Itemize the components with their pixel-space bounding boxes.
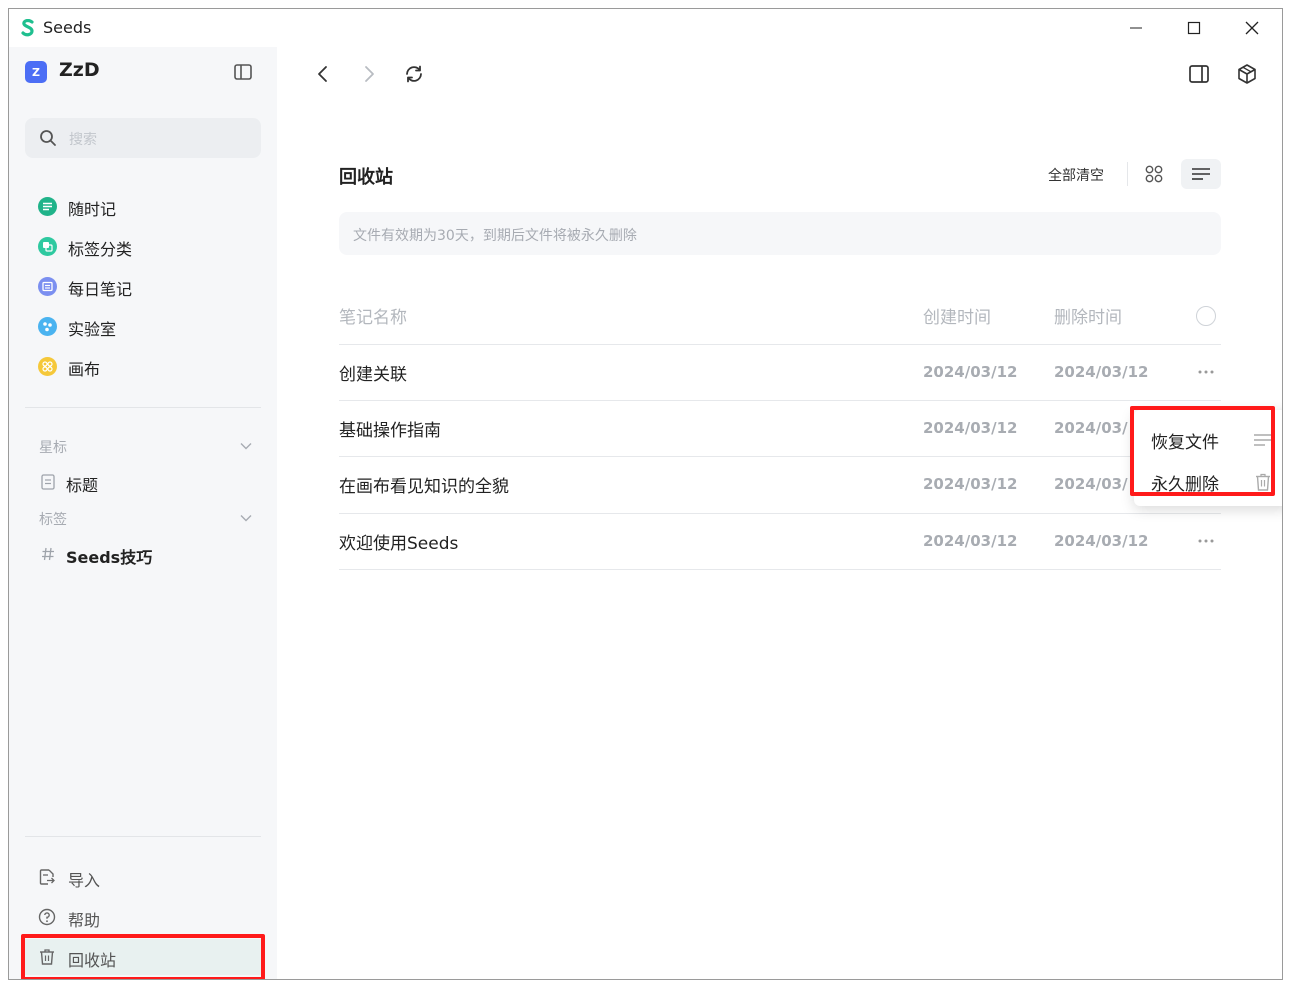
table-divider bbox=[339, 344, 1221, 345]
sidebar-item-label: 实验室 bbox=[68, 320, 117, 339]
row-created-date: 2024/03/12 bbox=[923, 419, 1018, 437]
chevron-down-icon[interactable] bbox=[239, 511, 253, 525]
starred-item-label: 标题 bbox=[66, 476, 99, 495]
row-deleted-date: 2024/03/ bbox=[1054, 475, 1128, 493]
maximize-button[interactable] bbox=[1165, 9, 1223, 47]
main-panel: 回收站 全部清空 文件有效期为30天，到期后文件将被永久删除 笔记名称 创建时间… bbox=[277, 47, 1282, 979]
column-header-name: 笔记名称 bbox=[339, 308, 407, 328]
note-icon bbox=[38, 197, 57, 216]
list-view-icon bbox=[1192, 168, 1210, 180]
row-name: 创建关联 bbox=[339, 365, 407, 385]
sidebar-item-canvas[interactable]: 画布 bbox=[25, 348, 261, 384]
list-view-button[interactable] bbox=[1181, 159, 1221, 189]
sidebar-item-help[interactable]: 帮助 bbox=[25, 899, 261, 935]
seeds-logo-icon bbox=[21, 19, 34, 37]
trash-highlight-box bbox=[21, 934, 265, 979]
more-options-icon[interactable] bbox=[1196, 537, 1216, 545]
row-created-date: 2024/03/12 bbox=[923, 532, 1018, 550]
app-window: Seeds Z ZzD 搜索 随时记 标签分类 每日笔记 实验室 画布 星标 标… bbox=[8, 8, 1283, 980]
sidebar-item-label: 帮助 bbox=[68, 911, 101, 930]
workspace-name[interactable]: ZzD bbox=[59, 59, 100, 81]
daily-note-icon bbox=[38, 277, 57, 296]
sidebar-divider bbox=[25, 836, 261, 837]
workspace-avatar[interactable]: Z bbox=[25, 61, 47, 83]
sidebar-item-label: 每日笔记 bbox=[68, 280, 133, 299]
tags-section-label[interactable]: 标签 bbox=[39, 509, 67, 529]
select-all-checkbox[interactable] bbox=[1196, 306, 1216, 326]
sidebar-item-label: 画布 bbox=[68, 360, 101, 379]
forward-icon[interactable] bbox=[357, 62, 381, 86]
table-divider bbox=[339, 456, 1221, 457]
tag-category-icon bbox=[38, 237, 57, 256]
chevron-down-icon[interactable] bbox=[239, 439, 253, 453]
sidebar-item-tag-category[interactable]: 标签分类 bbox=[25, 228, 261, 264]
maximize-icon bbox=[1187, 21, 1201, 35]
clear-all-button[interactable]: 全部清空 bbox=[1048, 165, 1104, 185]
app-title: Seeds bbox=[43, 18, 92, 37]
close-icon bbox=[1245, 21, 1259, 35]
import-icon bbox=[39, 869, 55, 885]
close-button[interactable] bbox=[1223, 9, 1281, 47]
row-name: 基础操作指南 bbox=[339, 421, 441, 441]
minimize-icon bbox=[1130, 27, 1142, 29]
row-deleted-date: 2024/03/ bbox=[1054, 419, 1128, 437]
panel-toggle-icon[interactable] bbox=[1187, 62, 1211, 86]
search-input[interactable]: 搜索 bbox=[25, 118, 261, 158]
row-created-date: 2024/03/12 bbox=[923, 475, 1018, 493]
sidebar-toggle-icon[interactable] bbox=[233, 62, 253, 82]
canvas-icon bbox=[38, 357, 57, 376]
refresh-icon[interactable] bbox=[402, 62, 426, 86]
sidebar-item-quick-note[interactable]: 随时记 bbox=[25, 188, 261, 224]
page-title: 回收站 bbox=[339, 167, 393, 188]
notice-text: 文件有效期为30天，到期后文件将被永久删除 bbox=[353, 228, 637, 244]
row-deleted-date: 2024/03/12 bbox=[1054, 532, 1149, 550]
row-created-date: 2024/03/12 bbox=[923, 363, 1018, 381]
starred-section-label[interactable]: 星标 bbox=[39, 437, 67, 457]
sidebar-item-label: 随时记 bbox=[68, 200, 117, 219]
hash-icon bbox=[40, 545, 56, 563]
table-divider bbox=[339, 400, 1221, 401]
search-placeholder: 搜索 bbox=[69, 132, 97, 148]
column-header-deleted: 删除时间 bbox=[1054, 308, 1122, 328]
table-divider bbox=[339, 513, 1221, 514]
tag-item-label: Seeds技巧 bbox=[66, 548, 153, 567]
sidebar-item-daily-note[interactable]: 每日笔记 bbox=[25, 268, 261, 304]
row-deleted-date: 2024/03/12 bbox=[1054, 363, 1149, 381]
table-divider bbox=[339, 569, 1221, 570]
toolbar-divider bbox=[1127, 162, 1128, 186]
lab-icon bbox=[38, 317, 57, 336]
title-bar: Seeds bbox=[9, 9, 1282, 47]
context-menu-highlight-box bbox=[1130, 406, 1275, 496]
row-name: 在画布看见知识的全貌 bbox=[339, 477, 509, 497]
column-header-created: 创建时间 bbox=[923, 308, 991, 328]
starred-item[interactable]: 标题 bbox=[25, 466, 261, 498]
sidebar-item-label: 导入 bbox=[68, 871, 101, 890]
back-icon[interactable] bbox=[311, 62, 335, 86]
search-icon bbox=[40, 130, 56, 146]
tag-item[interactable]: Seeds技巧 bbox=[25, 538, 261, 570]
sidebar-item-lab[interactable]: 实验室 bbox=[25, 308, 261, 344]
retention-notice: 文件有效期为30天，到期后文件将被永久删除 bbox=[339, 212, 1221, 255]
sidebar-item-import[interactable]: 导入 bbox=[25, 859, 261, 895]
more-options-icon[interactable] bbox=[1196, 368, 1216, 376]
help-icon bbox=[38, 908, 56, 926]
row-name: 欢迎使用Seeds bbox=[339, 534, 459, 554]
sidebar-divider bbox=[25, 407, 261, 408]
minimize-button[interactable] bbox=[1107, 9, 1165, 47]
cube-icon[interactable] bbox=[1235, 62, 1259, 86]
document-icon bbox=[40, 473, 56, 491]
sidebar-item-label: 标签分类 bbox=[68, 240, 133, 259]
sidebar: Z ZzD 搜索 随时记 标签分类 每日笔记 实验室 画布 星标 标题 标签 S… bbox=[9, 47, 277, 979]
grid-view-icon[interactable] bbox=[1142, 162, 1166, 186]
